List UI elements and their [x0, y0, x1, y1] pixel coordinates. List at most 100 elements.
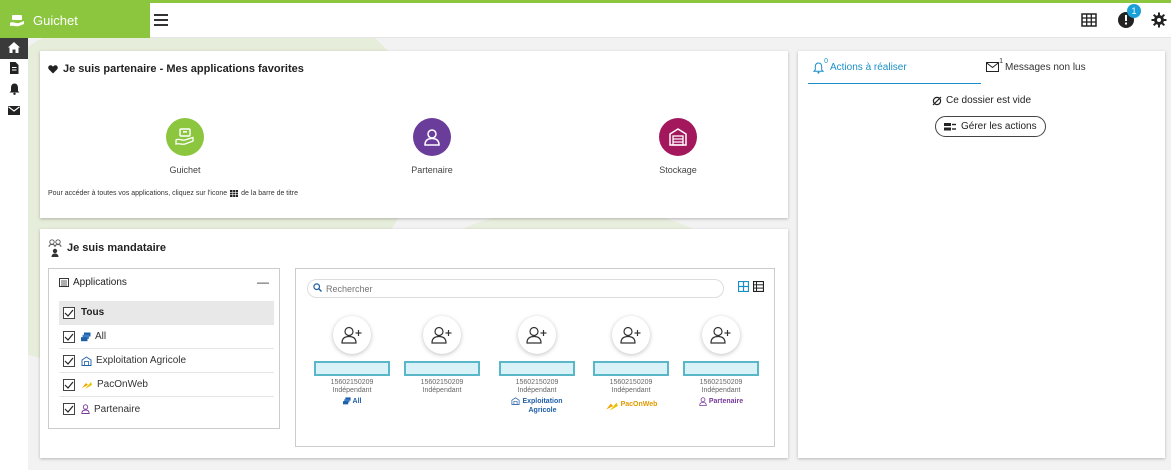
nav-item-messages[interactable]: [0, 101, 28, 122]
mandant-app: All: [313, 397, 391, 406]
gear-icon[interactable]: [1151, 12, 1167, 28]
search-input[interactable]: [326, 283, 706, 294]
add-person-icon[interactable]: [333, 316, 371, 354]
app-tile-partenaire[interactable]: Partenaire: [372, 118, 492, 175]
notification-badge: 1: [1127, 4, 1141, 18]
notification-icon[interactable]: 1: [1117, 4, 1141, 30]
app-title: Guichet: [33, 13, 78, 28]
list-icon: [59, 278, 69, 287]
filter-item-tous[interactable]: Tous: [59, 301, 274, 325]
farm-building-icon: [511, 397, 520, 405]
app-label: Partenaire: [411, 165, 453, 175]
app-tile-stockage[interactable]: Stockage: [618, 118, 738, 175]
checkbox[interactable]: [63, 378, 75, 391]
partenaire-app-icon: [413, 118, 451, 156]
apps-grid-icon: [230, 190, 239, 197]
mandant-card[interactable]: 15602150209 Indépendant Partenaire: [682, 316, 760, 406]
favorites-hint: Pour accéder à toutes vos applications, …: [48, 190, 298, 197]
home-icon: [7, 41, 21, 57]
app-label: Stockage: [659, 165, 697, 175]
mandant-type: Indépendant: [422, 387, 462, 394]
checkbox[interactable]: [63, 306, 75, 319]
actions-panel: 0 Actions à réaliser 1 Messages non lus …: [798, 51, 1165, 458]
top-accent-line: [0, 0, 1171, 3]
envelope-icon: [8, 105, 20, 118]
paconweb-logo-icon: [81, 380, 93, 390]
tab-actions[interactable]: 0 Actions à réaliser: [808, 58, 981, 84]
mandants-results: 15602150209 Indépendant All 15602150209 …: [295, 268, 775, 447]
envelope-outline-icon: 1: [986, 58, 1003, 72]
mandataire-title: Je suis mandataire: [67, 242, 167, 254]
mandant-card[interactable]: 15602150209 Indépendant PacOnWeb: [592, 316, 670, 412]
mandant-name-redacted: [404, 361, 480, 376]
filter-item-exploitation-agricole[interactable]: Exploitation Agricole: [59, 349, 274, 373]
mandant-id: 15602150209: [609, 379, 653, 386]
filter-item-all[interactable]: All: [59, 325, 274, 349]
mandant-app: Partenaire: [682, 397, 760, 406]
collapse-button[interactable]: —: [257, 275, 269, 289]
person-outline-icon: [81, 404, 90, 414]
mandant-name-redacted: [314, 361, 390, 376]
actions-tabs: 0 Actions à réaliser 1 Messages non lus: [808, 58, 1154, 84]
mandant-type: Indépendant: [701, 387, 741, 394]
mandant-card[interactable]: 15602150209 Indépendant Exploitation Agri…: [498, 316, 576, 415]
manage-actions-button[interactable]: Gérer les actions: [935, 116, 1046, 137]
person-outline-icon: [699, 397, 707, 406]
filter-item-paconweb[interactable]: PacOnWeb: [59, 373, 274, 397]
add-person-icon[interactable]: [612, 316, 650, 354]
stack-icon: [81, 332, 91, 342]
stockage-app-icon: [659, 118, 697, 156]
heart-icon: [48, 64, 58, 74]
mandant-id: 15602150209: [330, 379, 374, 386]
tab-messages[interactable]: 1 Messages non lus: [981, 58, 1154, 84]
mandant-id: 15602150209: [420, 379, 464, 386]
guichet-app-icon: [166, 118, 204, 156]
mandant-id: 15602150209: [515, 379, 559, 386]
stack-icon: [342, 397, 351, 405]
app-tile-guichet[interactable]: Guichet: [125, 118, 245, 175]
app-label: Guichet: [169, 165, 201, 175]
mandant-type: Indépendant: [332, 387, 372, 394]
mandant-name-redacted: [593, 361, 669, 376]
grid-view-icon[interactable]: [738, 281, 749, 292]
mandant-card[interactable]: 15602150209 Indépendant: [403, 316, 481, 394]
applications-filter: Applications — Tous All Exploitation Agr…: [48, 268, 280, 429]
mandant-type: Indépendant: [517, 387, 557, 394]
favorites-panel: Je suis partenaire - Mes applications fa…: [40, 51, 788, 218]
mandant-card[interactable]: 15602150209 Indépendant All: [313, 316, 391, 406]
empty-state: Ce dossier est vide: [798, 95, 1165, 106]
bell-icon: [9, 83, 20, 98]
mandant-name-redacted: [683, 361, 759, 376]
mandant-app: Exploitation Agricole: [498, 397, 576, 415]
checkbox[interactable]: [63, 403, 75, 415]
filter-item-partenaire[interactable]: Partenaire: [59, 397, 274, 421]
add-person-icon[interactable]: [423, 316, 461, 354]
manage-icon: [944, 122, 956, 131]
bell-outline-icon: 0: [813, 58, 828, 74]
list-view-icon[interactable]: [753, 281, 764, 292]
document-icon: [9, 62, 19, 77]
checkbox[interactable]: [63, 330, 75, 343]
add-person-icon[interactable]: [702, 316, 740, 354]
brand[interactable]: Guichet: [0, 3, 150, 38]
mandant-id: 15602150209: [699, 379, 743, 386]
side-nav: [0, 38, 28, 470]
nav-item-documents[interactable]: [0, 59, 28, 80]
mandant-type: Indépendant: [611, 387, 651, 394]
mandataire-people-icon: [48, 238, 62, 258]
nav-item-alerts[interactable]: [0, 80, 28, 101]
menu-icon[interactable]: [154, 14, 168, 26]
favorites-title: Je suis partenaire - Mes applications fa…: [63, 63, 304, 75]
search-icon: [313, 282, 322, 295]
add-person-icon[interactable]: [518, 316, 556, 354]
mandant-name-redacted: [499, 361, 575, 376]
checkbox[interactable]: [63, 354, 75, 367]
search-field[interactable]: [307, 279, 724, 298]
farm-building-icon: [81, 355, 92, 366]
paconweb-logo: PacOnWeb: [592, 400, 670, 412]
mandataire-panel: Je suis mandataire Applications — Tous A…: [40, 229, 788, 458]
empty-set-icon: [932, 96, 942, 106]
filter-title: Applications: [73, 277, 127, 288]
nav-item-home[interactable]: [0, 38, 28, 59]
apps-grid-icon[interactable]: [1081, 12, 1097, 28]
